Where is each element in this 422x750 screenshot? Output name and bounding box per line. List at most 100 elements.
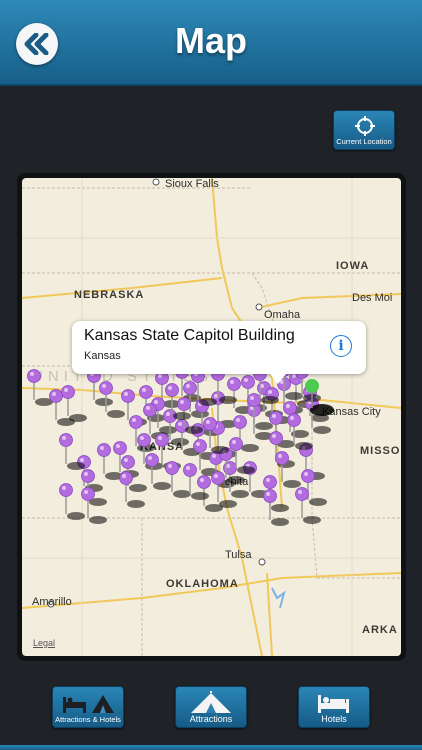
map-pin-head: [233, 415, 247, 429]
pin-callout[interactable]: Kansas State Capitol Building Kansas i: [72, 321, 366, 374]
map-pin-head: [269, 431, 283, 445]
map-pin[interactable]: [275, 451, 302, 489]
attractions-button[interactable]: Attractions: [175, 686, 247, 728]
map-pin-highlight: [236, 418, 240, 422]
map-pin-head: [183, 381, 197, 395]
crosshair-icon: [355, 116, 375, 136]
map-pin-highlight: [168, 464, 172, 468]
map-pin-highlight: [100, 446, 104, 450]
map-pin-highlight: [232, 440, 236, 444]
map-pin-highlight: [272, 434, 276, 438]
map-pin-head: [139, 385, 153, 399]
map-pin-shadow: [129, 484, 147, 492]
map-pin-shadow: [127, 500, 145, 508]
attractions-hotels-label: Attractions & Hotels: [55, 715, 121, 724]
map-pin-shadow: [271, 504, 289, 512]
map-pin-shadow: [153, 482, 171, 490]
map-pin[interactable]: [59, 433, 86, 471]
map-pin-highlight: [186, 384, 190, 388]
map-pin-head: [155, 433, 169, 447]
map-pin-head: [295, 487, 309, 501]
map-pin-highlight: [142, 388, 146, 392]
map-pin-head: [121, 455, 135, 469]
map-pin-highlight: [166, 412, 170, 416]
map-pin-highlight: [84, 472, 88, 476]
map-pin-highlight: [158, 436, 162, 440]
map-pin-highlight: [266, 478, 270, 482]
map-pin-head: [61, 385, 75, 399]
map-pin-shadow: [69, 414, 87, 422]
map-pin-highlight: [148, 456, 152, 460]
map-pin-head: [81, 469, 95, 483]
info-icon[interactable]: i: [330, 335, 352, 357]
map-pin-shadow: [67, 462, 85, 470]
map-pin-head: [129, 415, 143, 429]
map-pin-highlight: [124, 392, 128, 396]
map-view[interactable]: Sioux Falls IOWA NEBRASKA Omaha Des Moi …: [22, 178, 401, 656]
selected-map-pin-head: [305, 379, 319, 393]
map-pin-highlight: [158, 374, 162, 378]
map-pin-head: [263, 489, 277, 503]
map-pin-head: [227, 377, 241, 391]
map-pin-shadow: [205, 504, 223, 512]
map-pin-highlight: [124, 458, 128, 462]
bottom-strip: [0, 745, 422, 750]
map-pin-head: [177, 397, 191, 411]
map-pin-shadow: [241, 444, 259, 452]
map-pin-head: [283, 401, 297, 415]
map-pin[interactable]: [81, 487, 108, 525]
map-pin[interactable]: [27, 369, 54, 407]
map-pin-shadow: [211, 446, 229, 454]
map-pin-highlight: [200, 478, 204, 482]
map-pin-highlight: [52, 392, 56, 396]
page-title: Map: [175, 20, 247, 61]
map-pin-shadow: [219, 396, 237, 404]
map-pin-highlight: [180, 400, 184, 404]
map-pin-head: [137, 433, 151, 447]
map-pin-shadow: [237, 466, 255, 474]
map-pin-highlight: [62, 486, 66, 490]
map-pin-head: [143, 403, 157, 417]
map-pin-highlight: [278, 454, 282, 458]
map-pin-head: [59, 483, 73, 497]
map-pin-head: [59, 433, 73, 447]
map-legal-link[interactable]: Legal: [33, 638, 55, 648]
tent-icon: [176, 691, 246, 715]
map-pin-shadow: [231, 490, 249, 498]
map-pin-head: [247, 393, 261, 407]
map-pin-shadow: [303, 516, 321, 524]
current-location-button[interactable]: Current Location: [333, 110, 395, 150]
attractions-hotels-button[interactable]: Attractions & Hotels: [52, 686, 124, 728]
map-pin-highlight: [250, 396, 254, 400]
callout-subtitle: Kansas: [84, 350, 121, 362]
map-pin-highlight: [30, 372, 34, 376]
map-pin-highlight: [102, 384, 106, 388]
hotels-button[interactable]: Hotels: [298, 686, 370, 728]
selected-map-pin-shadow: [310, 404, 334, 416]
map-pin-shadow: [271, 518, 289, 526]
map-pin-highlight: [168, 386, 172, 390]
map-pin-highlight: [146, 406, 150, 410]
map-pin-head: [229, 437, 243, 451]
current-location-label: Current Location: [336, 137, 392, 146]
map-pin-head: [121, 389, 135, 403]
map-pin-shadow: [227, 476, 245, 484]
map-pin-shadow: [191, 492, 209, 500]
map-pin-head: [99, 381, 113, 395]
map-pin-highlight: [292, 374, 296, 378]
map-pin-head: [263, 475, 277, 489]
map-pin-highlight: [206, 420, 210, 424]
callout-pointer: [270, 374, 286, 384]
map-pin-highlight: [214, 474, 218, 478]
map-pin-shadow: [173, 490, 191, 498]
map-pin-head: [165, 383, 179, 397]
attractions-label: Attractions: [189, 714, 233, 724]
map-pin-highlight: [286, 404, 290, 408]
map-pin[interactable]: [247, 403, 274, 441]
map-pin[interactable]: [61, 385, 88, 423]
map-pin[interactable]: [59, 483, 86, 521]
map-pin-shadow: [309, 498, 327, 506]
map-pin-highlight: [64, 388, 68, 392]
map-pin-shadow: [107, 410, 125, 418]
map-pin-head: [81, 487, 95, 501]
